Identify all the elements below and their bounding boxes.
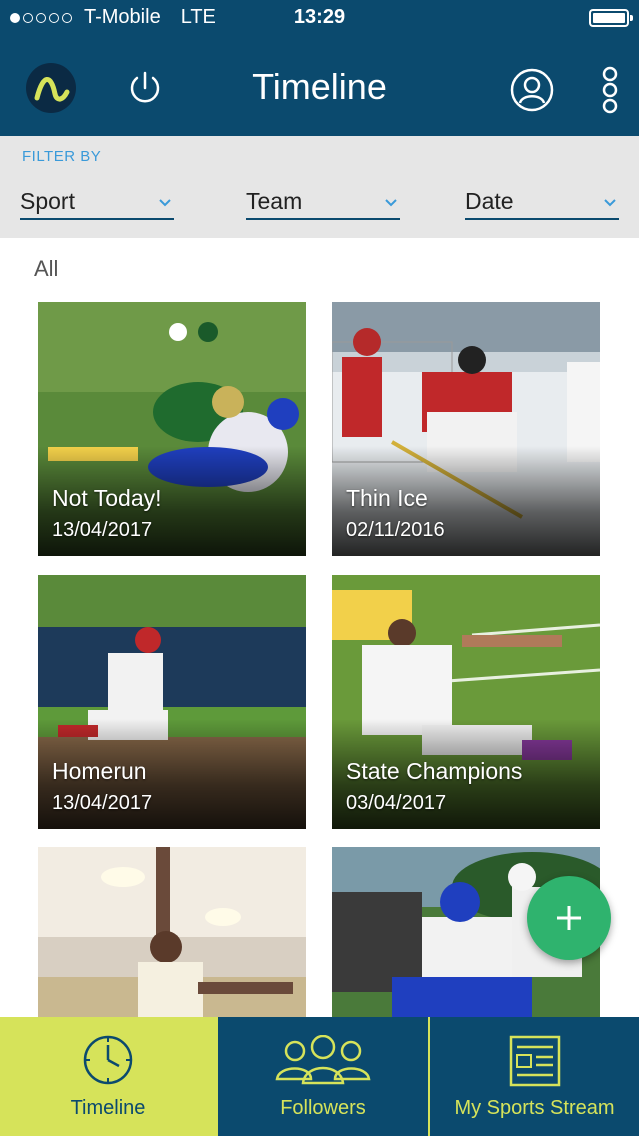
chevron-down-icon	[604, 199, 616, 207]
clock-icon	[83, 1035, 133, 1085]
people-icon	[275, 1035, 371, 1085]
timeline-card[interactable]: State Champions 03/04/2017	[332, 575, 600, 829]
clock-time: 13:29	[293, 6, 346, 28]
app-header: Timeline	[0, 36, 639, 136]
card-title: Homerun	[52, 758, 147, 784]
card-title: State Champions	[346, 758, 523, 784]
sport-dropdown[interactable]: Sport	[20, 186, 174, 220]
filter-by-label: FILTER BY	[22, 148, 102, 165]
bottom-tab-bar: Timeline Followers My Sports Stream	[0, 1017, 639, 1136]
section-title: All	[34, 256, 59, 281]
team-dropdown-label: Team	[246, 188, 303, 214]
filter-panel: FILTER BY Sport Team Date	[0, 136, 639, 238]
chevron-down-icon	[159, 199, 171, 207]
status-bar: T-Mobile LTE 13:29	[0, 0, 639, 36]
card-date: 13/04/2017	[52, 519, 153, 541]
battery-icon	[589, 9, 633, 27]
timeline-card[interactable]: Thin Ice 02/11/2016	[332, 302, 600, 556]
tab-label: My Sports Stream	[454, 1097, 615, 1119]
timeline-card[interactable]: Homerun 13/04/2017	[38, 575, 306, 829]
date-dropdown-label: Date	[465, 188, 514, 214]
tab-followers[interactable]: Followers	[218, 1017, 428, 1136]
card-date: 02/11/2016	[346, 519, 445, 541]
tab-timeline[interactable]: Timeline	[0, 1017, 216, 1136]
newspaper-icon	[509, 1035, 560, 1087]
card-title: Thin Ice	[346, 485, 428, 511]
add-post-button[interactable]	[527, 876, 611, 960]
tab-label: Timeline	[70, 1097, 146, 1119]
plus-icon	[557, 906, 581, 930]
profile-icon[interactable]	[510, 68, 554, 112]
team-dropdown[interactable]: Team	[246, 186, 400, 220]
chevron-down-icon	[385, 199, 397, 207]
date-dropdown[interactable]: Date	[465, 186, 619, 220]
more-options-icon[interactable]	[598, 66, 622, 114]
card-date: 03/04/2017	[346, 792, 447, 814]
sport-dropdown-label: Sport	[20, 188, 75, 214]
card-title: Not Today!	[52, 485, 162, 511]
tab-label: Followers	[280, 1097, 366, 1119]
timeline-card[interactable]: Not Today! 13/04/2017	[38, 302, 306, 556]
card-date: 13/04/2017	[52, 792, 153, 814]
tab-my-sports-stream[interactable]: My Sports Stream	[430, 1017, 639, 1136]
